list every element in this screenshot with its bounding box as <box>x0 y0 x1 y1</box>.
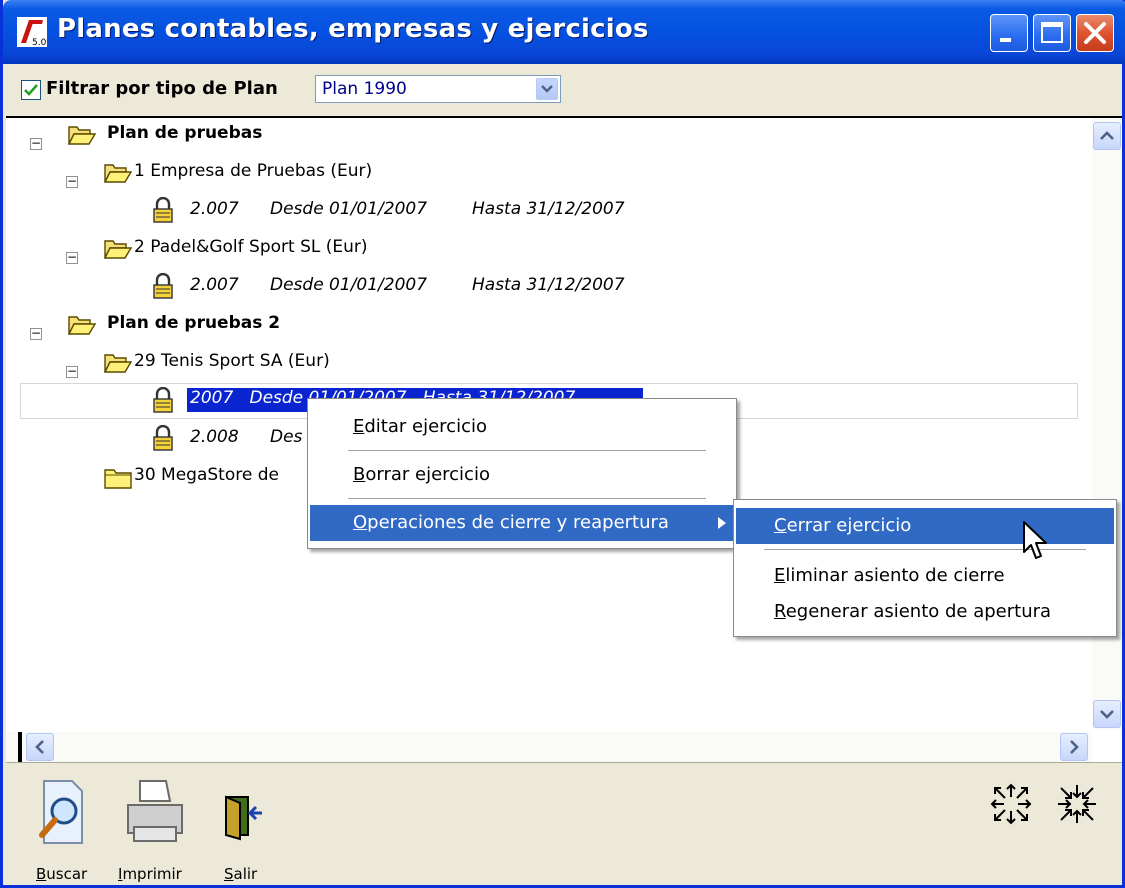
scroll-up-button[interactable] <box>1093 122 1121 150</box>
fiscal-year-end: Hasta 31/12/2007 <box>472 275 625 295</box>
chevron-down-icon <box>1100 710 1114 719</box>
chevron-up-icon <box>1100 131 1114 140</box>
scroll-thumb[interactable] <box>18 732 22 762</box>
horizontal-scrollbar[interactable] <box>6 732 1092 762</box>
print-label: Imprimir <box>118 865 182 883</box>
menu-item-regenerate-opening-entry[interactable]: Regenerar asiento de apertura <box>736 594 1114 630</box>
menu-item-close-fiscal-year[interactable]: Cerrar ejercicio <box>736 508 1114 544</box>
fiscal-year-start: Des <box>270 427 303 447</box>
mouse-cursor-icon <box>1023 521 1047 559</box>
submenu: Cerrar ejercicio Eliminar asiento de cie… <box>733 499 1117 637</box>
app-logo-icon: 5.0 <box>17 17 47 47</box>
open-folder-icon <box>104 354 132 373</box>
company-label[interactable]: 2 Padel&Golf Sport SL (Eur) <box>134 237 368 257</box>
fiscal-year[interactable]: 2.007 <box>190 199 239 219</box>
lock-icon <box>153 273 173 299</box>
search-label: Buscar <box>36 865 88 883</box>
company-label[interactable]: 1 Empresa de Pruebas (Eur) <box>134 161 372 181</box>
collapse-all-icon[interactable] <box>1052 779 1102 829</box>
menu-item-closing-operations[interactable]: Operaciones de cierre y reapertura <box>310 505 734 541</box>
chevron-left-icon <box>35 740 44 754</box>
lock-icon <box>153 425 173 451</box>
checkmark-icon <box>24 84 38 96</box>
window-title: Planes contables, empresas y ejercicios <box>57 14 649 44</box>
company-label[interactable]: 29 Tenis Sport SA (Eur) <box>134 351 330 371</box>
menu-item-delete-fiscal-year[interactable]: Borrar ejercicio <box>310 457 734 493</box>
filter-checkbox[interactable] <box>21 80 41 100</box>
scroll-left-button[interactable] <box>26 733 54 761</box>
minimize-icon <box>1000 38 1011 42</box>
plan-type-select-value: Plan 1990 <box>322 79 407 99</box>
collapse-toggle[interactable]: − <box>66 175 78 188</box>
close-button[interactable] <box>1076 14 1114 52</box>
open-folder-icon <box>104 240 132 259</box>
menu-separator <box>348 450 706 451</box>
submenu-arrow-icon <box>718 517 726 529</box>
scroll-down-button[interactable] <box>1093 700 1121 728</box>
maximize-button[interactable] <box>1033 14 1071 52</box>
lock-icon <box>153 387 173 413</box>
svg-text:5.0: 5.0 <box>32 38 47 47</box>
plan-label[interactable]: Plan de pruebas <box>107 123 262 143</box>
exit-button[interactable]: Salir <box>216 771 266 883</box>
collapse-toggle[interactable]: − <box>66 251 78 264</box>
search-icon <box>39 780 83 844</box>
exit-label: Salir <box>224 865 258 883</box>
context-menu: Editar ejercicio Borrar ejercicio Operac… <box>307 398 737 549</box>
close-icon <box>1084 22 1106 44</box>
vertical-scrollbar[interactable] <box>1092 118 1122 730</box>
fiscal-year-start: Desde 01/01/2007 <box>270 199 428 219</box>
expand-all-icon[interactable] <box>986 779 1036 829</box>
menu-item-delete-closing-entry[interactable]: Eliminar asiento de cierre <box>736 558 1114 594</box>
fiscal-year-end: Hasta 31/12/2007 <box>472 199 625 219</box>
closed-folder-icon <box>104 469 132 489</box>
lock-icon <box>153 197 173 223</box>
company-label[interactable]: 30 MegaStore de <box>134 465 279 485</box>
plan-type-select[interactable]: Plan 1990 <box>315 75 561 103</box>
filter-bar: Filtrar por tipo de Plan Plan 1990 <box>6 64 1122 118</box>
print-button[interactable]: Imprimir <box>114 771 198 883</box>
scroll-right-button[interactable] <box>1060 733 1088 761</box>
menu-separator <box>348 498 706 499</box>
fiscal-year[interactable]: 2.007 <box>190 275 239 295</box>
filter-checkbox-label[interactable]: Filtrar por tipo de Plan <box>46 78 278 99</box>
fiscal-year[interactable]: 2.008 <box>190 427 239 447</box>
chevron-down-icon <box>541 85 553 93</box>
menu-item-edit-fiscal-year[interactable]: Editar ejercicio <box>310 409 734 445</box>
chevron-right-icon <box>1070 740 1079 754</box>
printer-icon <box>127 780 183 842</box>
collapse-toggle[interactable]: − <box>30 137 42 150</box>
collapse-toggle[interactable]: − <box>66 365 78 378</box>
maximize-icon <box>1041 22 1063 43</box>
exit-door-icon <box>225 795 262 841</box>
bottom-toolbar: Buscar Imprimir Salir <box>6 762 1122 885</box>
fiscal-year-start: Desde 01/01/2007 <box>270 275 428 295</box>
minimize-button[interactable] <box>990 14 1028 52</box>
open-folder-icon <box>104 164 132 183</box>
open-folder-icon <box>68 126 96 145</box>
fiscal-year: 2007 <box>190 388 234 408</box>
collapse-toggle[interactable]: − <box>30 327 42 340</box>
search-button[interactable]: Buscar <box>30 771 92 883</box>
plan-label[interactable]: Plan de pruebas 2 <box>107 313 280 333</box>
dropdown-button[interactable] <box>536 78 558 100</box>
title-bar[interactable]: 5.0 Planes contables, empresas y ejercic… <box>3 0 1125 64</box>
open-folder-icon <box>68 316 96 335</box>
